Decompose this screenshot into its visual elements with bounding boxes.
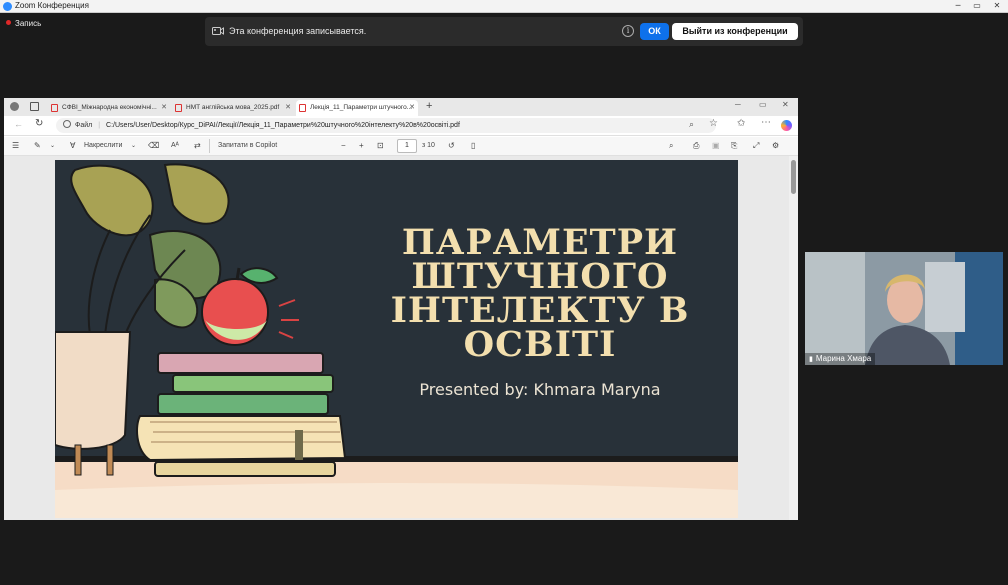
zoom-out-icon[interactable]: −	[341, 141, 346, 151]
page-total: з 10	[422, 142, 435, 149]
chevron-down-icon[interactable]: ⌄	[131, 141, 136, 151]
participant-name: Марина Хмара	[815, 354, 872, 363]
ok-button[interactable]: ОК	[640, 23, 669, 40]
restore-icon[interactable]: ▭	[970, 1, 984, 11]
scroll-thumb[interactable]	[791, 160, 796, 194]
recording-dot-icon	[6, 20, 11, 26]
tab-pdf-1[interactable]: СФВІ_Міжнародна економічні... ✕	[48, 100, 170, 116]
recording-banner: Эта конференция записывается. i ОК Выйти…	[205, 17, 803, 46]
fullscreen-icon[interactable]: ⤢	[753, 141, 759, 151]
recording-message: Эта конференция записывается.	[229, 26, 367, 36]
pdf-scrollbar[interactable]	[789, 156, 798, 520]
participant-video-tile[interactable]: ▮ Марина Хмара	[805, 252, 1003, 365]
slide-title-line: ОСВІТІ	[463, 324, 617, 365]
slide-title-line: ПАРАМЕТРИ	[401, 222, 679, 263]
save-as-icon[interactable]: ⎘	[731, 141, 737, 151]
back-icon[interactable]: ←	[14, 119, 23, 129]
draw-label[interactable]: Накреслити	[84, 141, 122, 151]
tab-pdf-active[interactable]: Лекція_11_Параметри штучного... ✕	[296, 100, 418, 116]
url-text: C:/Users/User/Desktop/Курс_DiPAI/Лекції/…	[106, 122, 460, 129]
info-icon[interactable]	[63, 120, 71, 129]
leave-meeting-button[interactable]: Выйти из конференции	[672, 23, 798, 40]
participant-video	[805, 252, 1003, 365]
tab-bar: СФВІ_Міжнародна економічні... ✕ НМТ англ…	[4, 98, 798, 116]
draw-icon[interactable]: ∀	[70, 141, 75, 151]
save-icon[interactable]: ▣	[712, 141, 720, 151]
rotate-icon[interactable]: ↺	[448, 141, 455, 151]
shared-browser-window: СФВІ_Міжнародна економічні... ✕ НМТ англ…	[4, 98, 798, 520]
close-browser-icon[interactable]: ✕	[782, 100, 789, 109]
chevron-down-icon[interactable]: ⌄	[50, 141, 55, 151]
minimize-browser-icon[interactable]: ─	[735, 100, 741, 109]
tab-label: НМТ англійська мова_2025.pdf	[186, 104, 280, 111]
contents-icon[interactable]: ☰	[12, 141, 19, 151]
page-view-icon[interactable]: ▯	[471, 141, 475, 151]
zoom-in-icon[interactable]: +	[359, 141, 364, 151]
pdf-toolbar: ☰ ✎ ⌄ ∀ Накреслити ⌄ ⌫ Aᴬ ⇄ Запитати в C…	[4, 137, 798, 156]
window-title: Zoom Конференция	[15, 1, 89, 10]
page-number-input[interactable]: 1	[397, 139, 417, 153]
ask-copilot-button[interactable]: Запитати в Copilot	[218, 141, 277, 151]
read-aloud-icon[interactable]: Aᴬ	[171, 141, 179, 151]
minimize-icon[interactable]: ─	[951, 1, 965, 11]
info-icon[interactable]: i	[622, 25, 634, 37]
more-menu-icon[interactable]: ⋯	[761, 117, 771, 128]
slide-subtitle: Presented by: Khmara Maryna	[419, 380, 661, 399]
search-in-page-icon[interactable]: ⌕	[689, 119, 694, 130]
close-tab-icon[interactable]: ✕	[409, 100, 415, 116]
recording-label: Запись	[15, 19, 42, 28]
copilot-icon[interactable]	[781, 120, 792, 131]
restore-browser-icon[interactable]: ▭	[759, 100, 767, 109]
favorite-star-icon[interactable]: ☆	[709, 118, 718, 129]
url-field[interactable]: Файл | C:/Users/User/Desktop/Курс_DiPAI/Ле…	[56, 118, 716, 133]
signal-strength-icon: ▮	[809, 356, 813, 363]
zoom-logo-icon	[3, 2, 12, 11]
participant-name-bar: ▮ Марина Хмара	[805, 353, 876, 365]
eraser-icon[interactable]: ⌫	[148, 141, 159, 151]
reload-icon[interactable]: ↻	[35, 118, 43, 129]
pdf-icon	[299, 104, 306, 112]
translate-icon[interactable]: ⇄	[194, 141, 201, 151]
record-camera-icon	[212, 27, 224, 35]
slide-title: ПАРАМЕТРИ ШТУЧНОГО ІНТЕЛЕКТУ В ОСВІТІ	[390, 222, 690, 365]
favorites-icon[interactable]: ✩	[737, 118, 745, 129]
close-window-icon[interactable]: ✕	[990, 1, 1004, 11]
slide-title-line: ШТУЧНОГО	[411, 256, 669, 297]
close-tab-icon[interactable]: ✕	[285, 100, 291, 116]
address-bar: ← ↻ Файл | C:/Users/User/Desktop/Курс_DiPA…	[4, 116, 798, 136]
search-icon[interactable]: ⌕	[669, 141, 673, 151]
tab-label: СФВІ_Міжнародна економічні...	[62, 104, 157, 111]
slide-title-line: ІНТЕЛЕКТУ В	[390, 290, 690, 331]
zoom-titlebar: Zoom Конференция ─ ▭ ✕	[0, 0, 1008, 13]
tab-actions-icon[interactable]	[30, 102, 39, 111]
print-icon[interactable]: ⎙	[693, 141, 699, 151]
tab-pdf-2[interactable]: НМТ англійська мова_2025.pdf ✕	[172, 100, 294, 116]
settings-icon[interactable]: ⚙	[772, 141, 779, 151]
highlight-icon[interactable]: ✎	[34, 141, 41, 151]
pdf-icon	[175, 104, 182, 112]
pdf-icon	[51, 104, 58, 112]
new-tab-icon[interactable]: +	[426, 100, 432, 112]
divider	[209, 139, 210, 153]
profile-icon[interactable]	[10, 102, 19, 111]
url-scheme-label: Файл	[75, 122, 93, 129]
pdf-slide-page: ПАРАМЕТРИ ШТУЧНОГО ІНТЕЛЕКТУ В ОСВІТІ Pr…	[55, 160, 738, 518]
tab-label: Лекція_11_Параметри штучного...	[310, 104, 413, 111]
recording-indicator[interactable]: Запись	[6, 19, 41, 31]
fit-page-icon[interactable]: ⊡	[377, 141, 384, 151]
close-tab-icon[interactable]: ✕	[161, 100, 167, 116]
